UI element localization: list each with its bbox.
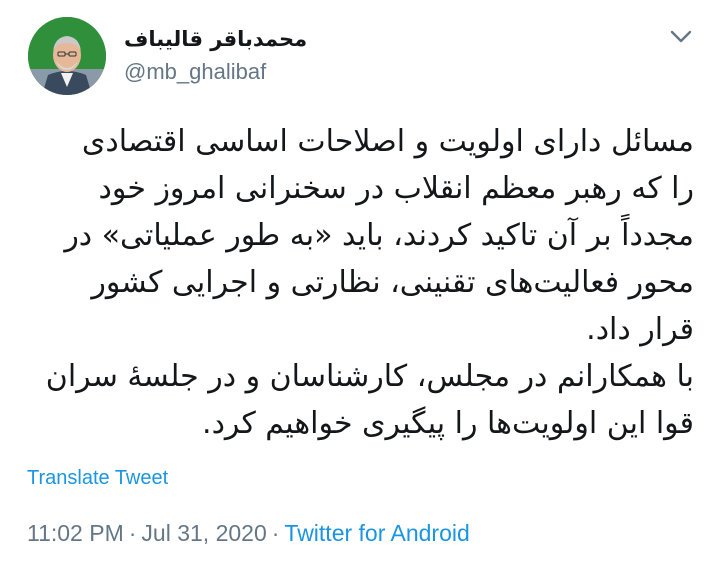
meta-separator: · — [128, 520, 137, 546]
tweet-time[interactable]: 11:02 PM — [27, 520, 124, 546]
author-handle[interactable]: @mb_ghalibaf — [124, 58, 266, 86]
tweet-card: محمدباقر قالیباف @mb_ghalibaf مسائل دارا… — [0, 0, 719, 570]
author-display-name[interactable]: محمدباقر قالیباف — [124, 25, 307, 53]
translate-tweet-link[interactable]: Translate Tweet — [27, 466, 168, 490]
meta-separator: · — [271, 520, 280, 546]
tweet-meta: 11:02 PM · Jul 31, 2020 · Twitter for Androi… — [27, 519, 470, 547]
profile-photo-icon — [28, 17, 106, 95]
tweet-date[interactable]: Jul 31, 2020 — [141, 520, 266, 546]
avatar[interactable] — [28, 17, 106, 95]
chevron-down-icon[interactable] — [668, 26, 694, 46]
tweet-text: مسائل دارای اولویت و اصلاحات اساسی اقتصا… — [45, 124, 694, 441]
tweet-source-link[interactable]: Twitter for Android — [284, 520, 469, 546]
